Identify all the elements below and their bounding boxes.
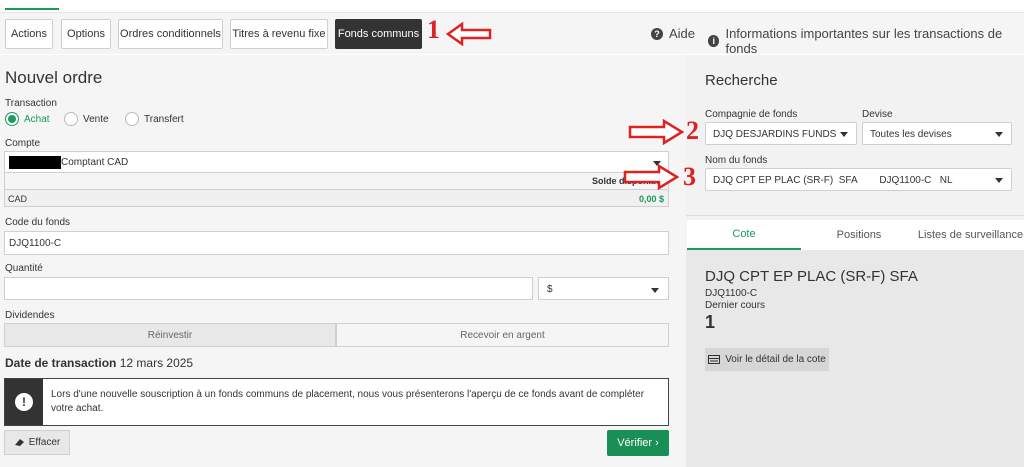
tab-watchlists[interactable]: Listes de surveillance — [917, 220, 1024, 250]
balance-currency: CAD — [8, 194, 28, 204]
search-title: Recherche — [705, 72, 778, 89]
table-icon — [708, 355, 721, 364]
transaction-label: Transaction — [5, 98, 57, 109]
fund-company-value: DJQ DESJARDINS FUNDS — [713, 129, 837, 140]
last-price-value: 1 — [705, 312, 716, 332]
quote-fund-name: DJQ CPT EP PLAC (SR-F) SFA — [705, 268, 918, 285]
fund-code-value: DJQ1100-C — [9, 238, 62, 249]
fund-name-label: Nom du fonds — [705, 155, 768, 166]
help-label: Aide — [669, 26, 696, 41]
redacted-account-number — [9, 156, 61, 169]
tab-positions[interactable]: Positions — [801, 220, 917, 250]
annotation-arrow-right-icon — [628, 119, 684, 145]
last-price-label: Dernier cours — [705, 300, 766, 311]
fund-code-label: Code du fonds — [5, 217, 71, 228]
fund-company-label: Compagnie de fonds — [705, 109, 798, 120]
fund-code-input[interactable]: DJQ1100-C — [4, 231, 669, 255]
info-icon: i — [708, 35, 720, 47]
verify-label: Vérifier — [617, 437, 653, 449]
currency-value: Toutes les devises — [870, 129, 952, 140]
receive-cash-button[interactable]: Recevoir en argent — [336, 323, 669, 347]
order-title: Nouvel ordre — [5, 68, 103, 87]
tab-conditional-orders[interactable]: Ordres conditionnels — [118, 19, 223, 49]
radio-sell-label: Vente — [83, 113, 109, 125]
radio-buy-label: Achat — [24, 113, 50, 125]
balance-row: CAD 0,00 $ — [4, 189, 669, 207]
unit-value: $ — [547, 284, 553, 295]
account-select[interactable]: Comptant CAD — [4, 151, 669, 173]
radio-checked-icon — [5, 112, 19, 126]
radio-transfer-label: Transfert — [144, 113, 184, 125]
trading-tabs-bar: Actions Options Ordres conditionnels Tit… — [0, 12, 1024, 56]
chevron-down-icon — [995, 132, 1003, 137]
annotation-number-3: 3 — [683, 162, 696, 191]
dividends-label: Dividendes — [5, 310, 55, 321]
balance-value: 0,00 $ — [638, 194, 664, 204]
trade-date-value: 12 mars 2025 — [119, 356, 194, 370]
currency-label: Devise — [862, 109, 893, 120]
trade-date-label: Date de transaction — [5, 356, 117, 370]
quote-fund-code: DJQ1100-C — [705, 288, 758, 299]
eraser-icon — [14, 439, 24, 446]
fund-company-select[interactable]: DJQ DESJARDINS FUNDS — [705, 122, 857, 145]
tab-mutual-funds[interactable]: Fonds communs — [335, 19, 422, 49]
balance-header-row: Solde disponible — [4, 173, 669, 189]
help-link[interactable]: ? Aide — [651, 26, 695, 41]
verify-button[interactable]: Vérifier › — [607, 430, 669, 456]
divider — [686, 215, 1024, 216]
radio-transfer[interactable]: Transfert — [125, 112, 184, 126]
question-icon: ? — [651, 27, 663, 40]
fund-info-link[interactable]: i Informations importantes sur les trans… — [708, 26, 1024, 56]
annotation-arrow-right-icon — [623, 164, 679, 190]
top-accent-line — [5, 8, 59, 10]
reinvest-button[interactable]: Réinvestir — [4, 323, 336, 347]
annotation-number-2: 2 — [686, 116, 699, 145]
tab-quote[interactable]: Cote — [687, 220, 801, 250]
account-value: Comptant CAD — [61, 157, 129, 168]
quote-detail-label: Voir le détail de la cote — [725, 354, 826, 365]
radio-empty-icon — [64, 112, 78, 126]
chevron-down-icon — [651, 288, 659, 293]
radio-sell[interactable]: Vente — [64, 112, 109, 126]
unit-select[interactable]: $ — [538, 277, 669, 300]
fund-info-label: Informations importantes sur les transac… — [725, 26, 1003, 56]
notice-text: Lors d'une nouvelle souscription à un fo… — [51, 389, 645, 414]
chevron-down-icon — [840, 132, 848, 137]
radio-empty-icon — [125, 112, 139, 126]
prospectus-notice: ! Lors d'une nouvelle souscription à un … — [4, 378, 669, 426]
clear-label: Effacer — [28, 437, 61, 448]
tab-options[interactable]: Options — [61, 19, 111, 49]
tab-fixed-income[interactable]: Titres à revenu fixe — [230, 19, 328, 49]
fund-name-select[interactable]: DJQ CPT EP PLAC (SR-F) SFA DJQ1100-C NL — [705, 168, 1012, 191]
trade-date-row: Date de transaction 12 mars 2025 — [5, 356, 193, 370]
annotation-number-1: 1 — [427, 15, 440, 44]
currency-select[interactable]: Toutes les devises — [862, 122, 1012, 145]
annotation-arrow-left-icon — [446, 22, 492, 46]
quantity-input[interactable] — [4, 277, 533, 300]
clear-button[interactable]: Effacer — [4, 430, 70, 455]
account-label: Compte — [5, 138, 41, 149]
tab-actions[interactable]: Actions — [5, 19, 53, 49]
fund-name-value: DJQ CPT EP PLAC (SR-F) SFA DJQ1100-C NL — [713, 175, 953, 186]
chevron-down-icon — [995, 178, 1003, 183]
quote-detail-button[interactable]: Voir le détail de la cote — [705, 348, 829, 371]
notice-icon-block: ! — [5, 379, 43, 425]
quantity-label: Quantité — [5, 263, 43, 274]
exclamation-icon: ! — [15, 393, 33, 411]
radio-buy[interactable]: Achat — [5, 112, 50, 126]
